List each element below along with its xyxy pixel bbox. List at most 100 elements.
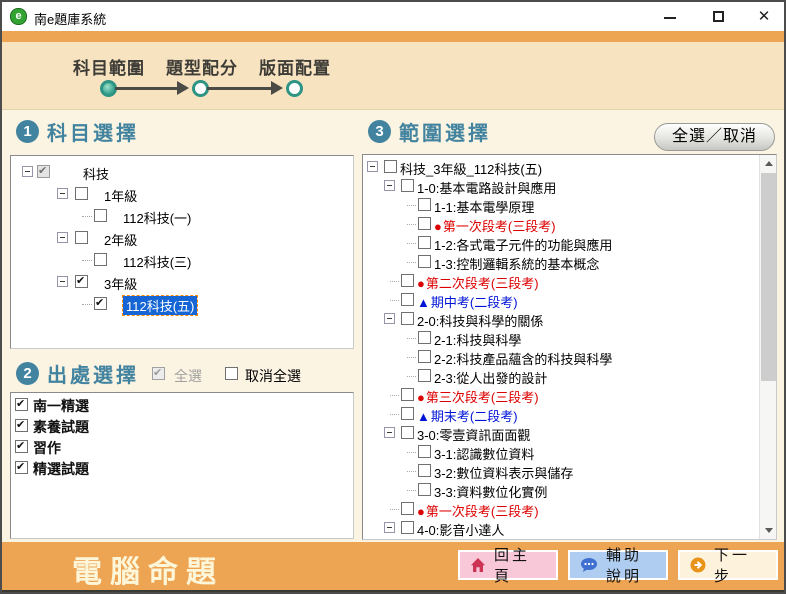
expand-collapse-icon[interactable] [22, 166, 33, 177]
list-item[interactable]: 南一精選 [11, 395, 353, 416]
tree-checkbox[interactable] [75, 231, 88, 244]
tree-item-label[interactable]: 112科技(一) [123, 208, 191, 227]
source-checkbox[interactable] [15, 398, 28, 411]
minimize-button[interactable] [650, 2, 690, 31]
tree-item-label[interactable]: 科技_3年級_112科技(五) [400, 159, 542, 178]
tree-checkbox[interactable] [401, 312, 414, 325]
close-button[interactable]: ✕ [744, 2, 784, 31]
next-step-button[interactable]: 下一步 [678, 550, 778, 580]
tree-checkbox[interactable] [401, 407, 414, 420]
help-button[interactable]: 輔助說明 [568, 550, 668, 580]
list-item[interactable]: 習作 [11, 437, 353, 458]
list-item[interactable]: 素養試題 [11, 416, 353, 437]
tree-checkbox[interactable] [94, 297, 107, 310]
tree-item[interactable]: 112科技(一) [11, 206, 353, 228]
expand-collapse-icon[interactable] [57, 188, 68, 199]
source-checkbox[interactable] [15, 461, 28, 474]
tree-checkbox[interactable] [401, 502, 414, 515]
tree-item-label[interactable]: 1-3:控制邏輯系統的基本概念 [434, 254, 599, 273]
tree-item[interactable]: 科技 [11, 162, 353, 184]
tree-item[interactable]: 科技_3年級_112科技(五) [363, 158, 759, 177]
tree-item-label[interactable]: 2-3:從人出發的設計 [434, 368, 547, 387]
select-all-toggle-button[interactable]: 全選／取消 [654, 123, 775, 151]
source-checkbox[interactable] [15, 419, 28, 432]
tree-checkbox[interactable] [94, 253, 107, 266]
tree-item-label[interactable]: 科技 [83, 164, 109, 183]
tree-checkbox[interactable] [418, 369, 431, 382]
tree-item-label[interactable]: 2-2:科技產品蘊含的科技與科學 [434, 349, 612, 368]
tree-item-label[interactable]: 3年級 [104, 274, 137, 293]
tree-checkbox[interactable] [401, 426, 414, 439]
tree-checkbox[interactable] [37, 165, 50, 178]
tree-item[interactable]: 1-2:各式電子元件的功能與應用 [363, 234, 759, 253]
tree-checkbox[interactable] [418, 464, 431, 477]
tree-checkbox[interactable] [418, 217, 431, 230]
tree-item[interactable]: 1-3:控制邏輯系統的基本概念 [363, 253, 759, 272]
tree-checkbox[interactable] [418, 236, 431, 249]
tree-item[interactable]: 3-2:數位資料表示與儲存 [363, 462, 759, 481]
tree-item-label[interactable]: 3-2:數位資料表示與儲存 [434, 463, 573, 482]
scroll-up-button[interactable] [760, 155, 777, 172]
tree-item-label[interactable]: 4-0:影音小達人 [417, 520, 504, 539]
tree-item-label[interactable]: 3-1:認識數位資料 [434, 444, 534, 463]
tree-checkbox[interactable] [384, 160, 397, 173]
expand-collapse-icon[interactable] [384, 522, 395, 533]
tree-item[interactable]: 1年級 [11, 184, 353, 206]
tree-item-label[interactable]: 2年級 [104, 230, 137, 249]
tree-item[interactable]: 2-3:從人出發的設計 [363, 367, 759, 386]
tree-item[interactable]: 3年級 [11, 272, 353, 294]
list-item[interactable]: 精選試題 [11, 458, 353, 479]
deselect-all-checkbox[interactable] [225, 367, 238, 380]
expand-collapse-icon[interactable] [57, 232, 68, 243]
tree-item[interactable]: ▲期中考(二段考) [363, 291, 759, 310]
home-button[interactable]: 回主頁 [458, 550, 558, 580]
tree-item[interactable]: 2年級 [11, 228, 353, 250]
tree-checkbox[interactable] [75, 275, 88, 288]
tree-item[interactable]: ●第二次段考(三段考) [363, 272, 759, 291]
tree-item-label[interactable]: ●第一次段考(三段考) [417, 501, 539, 520]
tree-item-label[interactable]: ●第二次段考(三段考) [417, 273, 539, 292]
tree-item[interactable]: 4-0:影音小達人 [363, 519, 759, 538]
tree-checkbox[interactable] [401, 179, 414, 192]
tree-checkbox[interactable] [418, 331, 431, 344]
tree-item-label[interactable]: 1-1:基本電學原理 [434, 197, 534, 216]
tree-item[interactable]: 3-3:資料數位化實例 [363, 481, 759, 500]
tree-checkbox[interactable] [94, 209, 107, 222]
tree-checkbox[interactable] [418, 350, 431, 363]
expand-collapse-icon[interactable] [384, 427, 395, 438]
tree-item[interactable]: 112科技(五) [11, 294, 353, 316]
tree-item[interactable]: 3-0:零壹資訊面面觀 [363, 424, 759, 443]
tree-item-label[interactable]: 3-0:零壹資訊面面觀 [417, 425, 530, 444]
expand-collapse-icon[interactable] [384, 313, 395, 324]
tree-checkbox[interactable] [401, 388, 414, 401]
tree-item[interactable]: 3-1:認識數位資料 [363, 443, 759, 462]
tree-item[interactable]: ▲期末考(二段考) [363, 405, 759, 424]
tree-checkbox[interactable] [401, 293, 414, 306]
source-checkbox[interactable] [15, 440, 28, 453]
tree-item-label[interactable]: 3-3:資料數位化實例 [434, 482, 547, 501]
tree-checkbox[interactable] [418, 445, 431, 458]
tree-item[interactable]: 2-1:科技與科學 [363, 329, 759, 348]
expand-collapse-icon[interactable] [57, 276, 68, 287]
tree-item-label[interactable]: ●第一次段考(三段考) [434, 216, 556, 235]
tree-item-label[interactable]: 2-0:科技與科學的關係 [417, 311, 543, 330]
tree-checkbox[interactable] [75, 187, 88, 200]
expand-collapse-icon[interactable] [384, 180, 395, 191]
tree-checkbox[interactable] [418, 255, 431, 268]
scrollbar-thumb[interactable] [761, 173, 776, 381]
select-all-checkbox[interactable] [152, 367, 165, 380]
tree-item-label[interactable]: 112科技(五) [123, 296, 197, 315]
tree-item[interactable]: 1-1:基本電學原理 [363, 196, 759, 215]
maximize-button[interactable] [698, 2, 738, 31]
tree-item[interactable]: 112科技(三) [11, 250, 353, 272]
tree-checkbox[interactable] [418, 483, 431, 496]
tree-item-label[interactable]: ▲期中考(二段考) [417, 292, 518, 311]
tree-item-label[interactable]: 1-0:基本電路設計與應用 [417, 178, 556, 197]
tree-item-label[interactable]: 1-2:各式電子元件的功能與應用 [434, 235, 612, 254]
tree-checkbox[interactable] [418, 198, 431, 211]
tree-item[interactable]: 2-0:科技與科學的關係 [363, 310, 759, 329]
tree-item[interactable]: 2-2:科技產品蘊含的科技與科學 [363, 348, 759, 367]
tree-checkbox[interactable] [401, 274, 414, 287]
tree-item[interactable]: ●第一次段考(三段考) [363, 500, 759, 519]
tree-item[interactable]: ●第三次段考(三段考) [363, 386, 759, 405]
